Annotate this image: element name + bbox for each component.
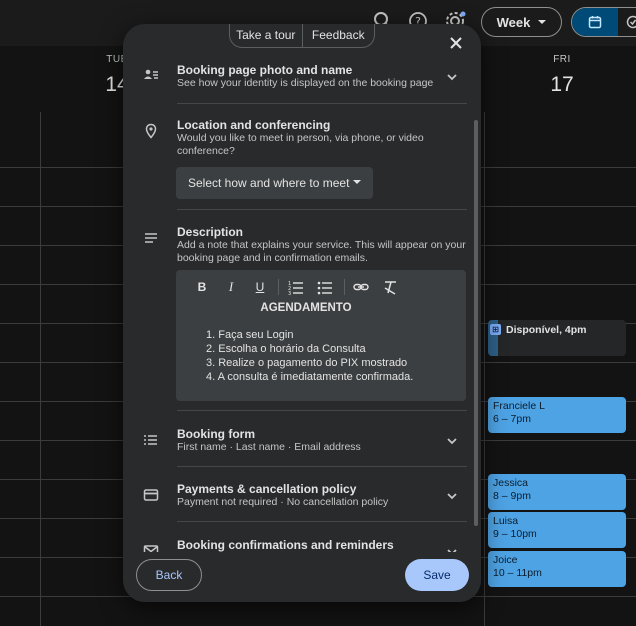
save-button[interactable]: Save [405, 559, 469, 591]
divider [177, 521, 467, 522]
day-header-fri[interactable]: FRI 17 [545, 54, 579, 97]
chevron-down-icon[interactable] [445, 70, 459, 84]
caret-down-icon [538, 20, 547, 24]
tasks-view-button[interactable] [618, 8, 636, 36]
event-time: 9 – 10pm [493, 527, 537, 540]
event-card[interactable]: Luisa 9 – 10pm [488, 512, 626, 548]
booking-page-dialog: Take a tour Feedback Booking page photo … [123, 24, 481, 602]
person-list-icon [143, 67, 159, 83]
booking-grid-icon: ⊞ [490, 324, 501, 335]
event-name: Jessica [493, 477, 529, 489]
feedback-button[interactable]: Feedback [303, 24, 375, 47]
clear-format-icon[interactable] [382, 278, 398, 296]
event-time: 10 – 11pm [493, 566, 542, 579]
meeting-location-select[interactable]: Select how and where to meet [176, 167, 373, 199]
check-circle-icon [626, 15, 636, 29]
bulleted-list-icon[interactable] [317, 278, 333, 296]
divider [177, 209, 467, 210]
scrollbar[interactable] [474, 120, 478, 526]
section-title: Description [177, 225, 244, 239]
day-of-week: FRI [553, 54, 571, 65]
link-icon[interactable] [353, 278, 369, 296]
section-subtitle: Would you like to meet in person, via ph… [177, 132, 424, 144]
svg-text:3: 3 [288, 291, 291, 296]
section-subtitle: See how your identity is displayed on th… [177, 77, 434, 89]
tour-feedback-group: Take a tour Feedback [229, 24, 375, 48]
list-icon [143, 432, 159, 448]
event-name: Franciele L [493, 400, 545, 412]
section-subtitle: First name · Last name · Email address [177, 441, 361, 453]
italic-button[interactable]: I [224, 278, 238, 296]
day-number: 17 [550, 73, 574, 96]
divider [177, 466, 467, 467]
divider [177, 410, 467, 411]
chevron-down-icon[interactable] [445, 489, 459, 503]
event-time: 8 – 9pm [493, 489, 531, 502]
section-subtitle: Add a note that explains your service. T… [177, 239, 466, 251]
list-item: 2. Escolha o horário da Consulta [206, 343, 366, 355]
section-title: Booking confirmations and reminders [177, 538, 394, 552]
view-toggle [571, 7, 636, 37]
section-title: Location and conferencing [177, 118, 331, 132]
availability-label: Disponível, 4pm [506, 324, 587, 336]
event-card[interactable]: Joice 10 – 11pm [488, 551, 626, 587]
section-subtitle: booking page and in confirmation emails. [177, 252, 368, 264]
caret-down-icon [353, 180, 361, 184]
calendar-app: ? Week TUE 14 FRI 17 ⊞ Disponível, 4pm F… [0, 0, 636, 626]
back-button[interactable]: Back [136, 559, 202, 591]
event-time: 6 – 7pm [493, 412, 531, 425]
event-name: Luisa [493, 515, 519, 527]
view-select-button[interactable]: Week [481, 7, 562, 37]
event-name: Joice [493, 554, 518, 566]
section-subtitle: Payment not required · No cancellation p… [177, 496, 389, 508]
event-card[interactable]: Jessica 8 – 9pm [488, 474, 626, 510]
location-pin-icon [143, 123, 159, 139]
numbered-list-icon[interactable]: 123 [288, 278, 304, 296]
close-icon[interactable] [445, 32, 467, 54]
editor-heading: AGENDAMENTO [260, 302, 352, 314]
credit-card-icon [143, 487, 159, 503]
chevron-down-icon[interactable] [445, 434, 459, 448]
availability-block[interactable]: ⊞ Disponível, 4pm [488, 320, 626, 356]
take-tour-button[interactable]: Take a tour [230, 24, 302, 47]
calendar-view-button[interactable] [572, 8, 618, 36]
calendar-icon [588, 16, 602, 29]
divider [177, 103, 467, 104]
list-item: 3. Realize o pagamento do PIX mostrado [206, 357, 408, 369]
section-subtitle: conference? [177, 145, 235, 157]
section-title: Payments & cancellation policy [177, 482, 357, 496]
section-title: Booking form [177, 427, 255, 441]
view-select-label: Week [496, 14, 531, 30]
select-label: Select how and where to meet [188, 176, 350, 190]
section-title: Booking page photo and name [177, 63, 353, 77]
notes-icon [143, 230, 159, 246]
underline-button[interactable]: U [253, 278, 267, 296]
bold-button[interactable]: B [195, 278, 209, 296]
list-item: 1. Faça seu Login [206, 329, 294, 341]
event-card[interactable]: Franciele L 6 – 7pm [488, 397, 626, 433]
list-item: 4. A consulta é imediatamente confirmada… [206, 371, 414, 383]
description-editor[interactable]: B I U 123 AGENDAMENTO 1. Faça seu Login … [176, 270, 466, 401]
editor-list: 1. Faça seu Login 2. Escolha o horário d… [206, 328, 413, 384]
